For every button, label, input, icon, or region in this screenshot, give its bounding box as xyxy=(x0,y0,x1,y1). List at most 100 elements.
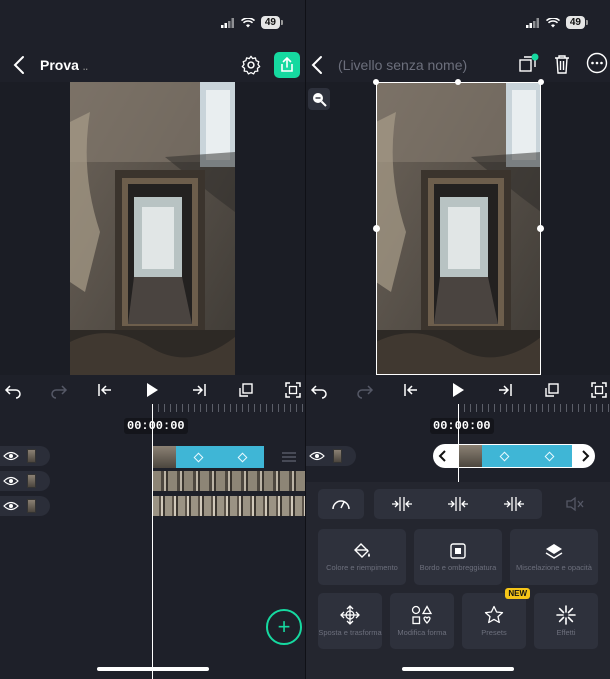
gear-icon[interactable] xyxy=(240,54,262,76)
signal-icon xyxy=(220,17,234,28)
duplicate-frame-icon[interactable] xyxy=(543,381,561,399)
playhead[interactable] xyxy=(152,404,153,679)
export-button[interactable] xyxy=(274,52,300,78)
magnifier-icon xyxy=(313,93,327,107)
playback-toolbar xyxy=(0,379,305,403)
add-layer-button[interactable]: + xyxy=(266,609,302,645)
back-chevron-icon[interactable] xyxy=(10,54,30,76)
shapes-icon xyxy=(411,605,433,625)
selection-bounding-box[interactable] xyxy=(376,82,541,375)
layers-blend-icon xyxy=(545,544,563,559)
timecode: 00:00:00 xyxy=(124,418,188,434)
undo-icon[interactable] xyxy=(4,381,22,399)
transform-handle[interactable] xyxy=(373,225,380,232)
share-upload-icon xyxy=(281,57,293,72)
keyframe-icon[interactable] xyxy=(544,451,555,461)
video-clip-track[interactable] xyxy=(152,471,305,491)
layer-thumbnail xyxy=(27,474,36,488)
timeline-ruler[interactable] xyxy=(458,404,610,412)
project-title[interactable]: Prova .. xyxy=(40,57,88,73)
mute-button[interactable] xyxy=(552,489,598,519)
eye-icon[interactable] xyxy=(3,451,19,461)
eye-icon[interactable] xyxy=(309,451,325,461)
layer-order-icon[interactable] xyxy=(516,52,540,76)
move-transform-icon xyxy=(340,605,360,625)
left-editor-screen: 49 Prova .. 00:00:00 + xyxy=(0,0,305,679)
sparkle-icon xyxy=(556,605,576,625)
jump-to-end-icon[interactable] xyxy=(190,381,208,399)
eye-icon[interactable] xyxy=(3,476,19,486)
keyframe-icon[interactable] xyxy=(193,452,203,462)
layer-visibility-row[interactable] xyxy=(0,471,50,491)
speed-button[interactable] xyxy=(318,489,364,519)
split-left-icon[interactable] xyxy=(391,496,413,512)
selected-layer-clip[interactable] xyxy=(482,445,572,467)
star-icon xyxy=(484,605,504,624)
border-shadow-tool[interactable]: Bordo e ombreggiatura xyxy=(414,529,502,585)
drag-handle-icon[interactable] xyxy=(282,451,296,463)
battery-indicator: 49 xyxy=(565,16,585,29)
jump-to-end-icon[interactable] xyxy=(496,381,514,399)
wifi-icon xyxy=(545,17,560,27)
keyframe-icon[interactable] xyxy=(237,452,247,462)
layer-visibility-row[interactable] xyxy=(306,446,356,466)
play-icon[interactable] xyxy=(449,381,467,399)
fullscreen-icon[interactable] xyxy=(284,381,302,399)
status-bar: 49 xyxy=(0,0,305,44)
eye-icon[interactable] xyxy=(3,501,19,511)
clip-thumbnail xyxy=(152,446,176,468)
play-icon[interactable] xyxy=(143,381,161,399)
redo-icon[interactable] xyxy=(50,381,68,399)
playhead[interactable] xyxy=(458,404,459,486)
keyframe-icon[interactable] xyxy=(499,451,510,461)
video-clip-track[interactable] xyxy=(152,496,305,516)
muted-speaker-icon xyxy=(566,496,584,512)
right-layer-editor-screen: 49 (Livello senza nome) 00:00:00 Colore … xyxy=(305,0,610,679)
effects-tool[interactable]: Effetti xyxy=(534,593,598,649)
transform-handle[interactable] xyxy=(455,79,461,85)
video-preview[interactable] xyxy=(306,79,610,375)
battery-indicator: 49 xyxy=(260,16,280,29)
border-shadow-icon xyxy=(450,543,466,559)
layer-visibility-row[interactable] xyxy=(0,496,50,516)
color-fill-tool[interactable]: Colore e riempimento xyxy=(318,529,406,585)
layer-thumbnail xyxy=(333,449,342,463)
split-tools-group xyxy=(374,489,542,519)
signal-icon xyxy=(525,17,539,28)
video-preview[interactable] xyxy=(0,82,305,375)
redo-icon[interactable] xyxy=(356,381,374,399)
presets-tool[interactable]: NEW Presets xyxy=(462,588,530,649)
timeline-ruler[interactable] xyxy=(152,404,305,412)
trim-right-chevron-icon[interactable] xyxy=(580,449,590,463)
transform-handle[interactable] xyxy=(538,79,544,85)
transform-handle[interactable] xyxy=(537,225,544,232)
top-navbar: (Livello senza nome) xyxy=(306,48,610,82)
selected-layer-clip[interactable] xyxy=(176,446,264,468)
blend-opacity-tool[interactable]: Miscelazione e opacità xyxy=(510,529,598,585)
layer-visibility-row[interactable] xyxy=(0,446,50,466)
fullscreen-icon[interactable] xyxy=(590,381,608,399)
status-bar: 49 xyxy=(306,0,610,44)
layer-tools-panel: Colore e riempimento Bordo e ombreggiatu… xyxy=(306,482,610,679)
back-chevron-icon[interactable] xyxy=(308,54,328,76)
jump-to-start-icon[interactable] xyxy=(96,381,114,399)
edit-shape-tool[interactable]: Modifica forma xyxy=(390,593,454,649)
jump-to-start-icon[interactable] xyxy=(402,381,420,399)
layer-thumbnail xyxy=(27,499,36,513)
move-transform-tool[interactable]: Sposta e trasforma xyxy=(318,593,382,649)
split-center-icon[interactable] xyxy=(447,496,469,512)
duplicate-frame-icon[interactable] xyxy=(237,381,255,399)
trim-left-chevron-icon[interactable] xyxy=(438,449,448,463)
undo-icon[interactable] xyxy=(310,381,328,399)
more-options-icon[interactable] xyxy=(586,52,608,74)
layer-name-title[interactable]: (Livello senza nome) xyxy=(338,57,467,73)
top-navbar: Prova .. xyxy=(0,48,305,82)
home-indicator xyxy=(97,667,209,671)
home-indicator xyxy=(402,667,514,671)
trash-icon[interactable] xyxy=(552,53,572,75)
split-right-icon[interactable] xyxy=(503,496,525,512)
zoom-preview-button[interactable] xyxy=(308,88,330,110)
layer-thumbnail xyxy=(27,449,36,463)
transform-handle[interactable] xyxy=(373,79,379,85)
clip-thumbnail xyxy=(458,445,482,467)
